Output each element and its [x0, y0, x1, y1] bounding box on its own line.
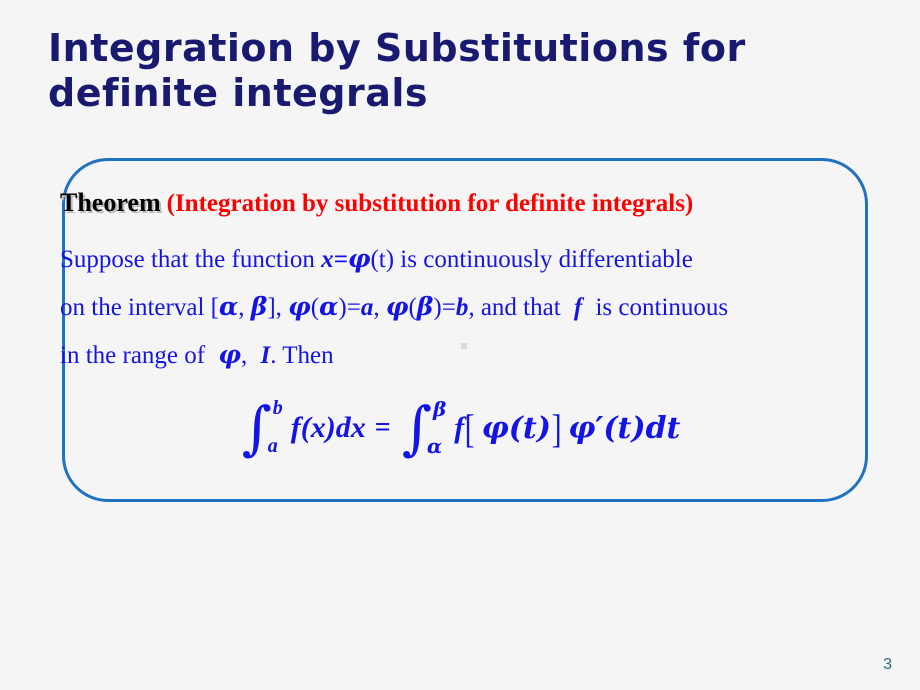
math-variable-beta: β	[416, 292, 434, 321]
theorem-parenthetical: (Integration by substitution for definit…	[166, 190, 694, 217]
formula-row: ∫ b a f(x)dx = ∫ β α f [ φ(t) ] φ′(t)dt	[240, 394, 681, 463]
text-fragment: Suppose that the function	[60, 246, 322, 273]
integral-sign-icon: ∫	[401, 394, 432, 463]
upper-limit-beta: β	[432, 397, 447, 421]
text-fragment: on the interval [	[60, 294, 219, 321]
math-variable-phi: φ	[347, 244, 371, 273]
math-variable-beta: β	[250, 292, 268, 321]
math-variable-phi: φ	[385, 292, 409, 321]
theorem-line-3: in the range of φ, I. Then	[60, 340, 334, 371]
text-fragment: ,	[373, 294, 386, 321]
theorem-header: Theorem (Integration by substitution for …	[60, 188, 693, 219]
theorem-line-2: on the interval [α, β], φ(α)=a, φ(β)=b, …	[60, 292, 728, 323]
math-variable-phi: φ	[218, 340, 241, 369]
math-variable-a: a	[360, 294, 374, 321]
inner-expression: φ(t)	[481, 410, 551, 446]
text-fragment: in the range of	[60, 342, 212, 369]
math-variable-phi: φ	[288, 292, 311, 321]
math-variable-alpha: α	[319, 292, 339, 321]
text-fragment: ,	[240, 342, 254, 369]
derivative-term: φ′(t)dt	[568, 410, 681, 446]
page-number: 3	[883, 656, 892, 673]
math-variable-f: f	[573, 294, 583, 321]
gray-marker-dot	[461, 343, 467, 349]
upper-limit-b: b	[272, 397, 283, 419]
text-fragment: (	[310, 294, 320, 321]
integrand-left: f(x)dx	[290, 411, 366, 444]
page-title: Integration by Substitutions for definit…	[48, 26, 760, 115]
math-variable-I: I	[260, 342, 271, 369]
text-fragment: (	[408, 294, 417, 321]
math-variable-alpha: α	[218, 292, 239, 321]
integral-right: ∫ β α	[401, 394, 447, 463]
text-fragment: (t) is continuously differentiable	[370, 246, 693, 273]
text-fragment: . Then	[270, 342, 334, 369]
integrand-f-right: f	[454, 411, 465, 444]
bracket-close: ]	[551, 405, 562, 451]
math-variable-b: b	[455, 294, 469, 321]
text-fragment: is continuous	[589, 294, 729, 321]
theorem-line-1: Suppose that the function x=φ(t) is cont…	[60, 244, 693, 275]
equals-sign: =	[333, 246, 348, 273]
bracket-open: [	[464, 405, 475, 451]
theorem-label: Theorem	[60, 188, 161, 217]
text-fragment: )=	[433, 294, 456, 321]
math-variable-x: x	[321, 246, 334, 273]
text-fragment: , and that	[468, 294, 567, 321]
theorem-formula: ∫ b a f(x)dx = ∫ β α f [ φ(t) ] φ′(t)dt	[0, 394, 920, 463]
integral-left: ∫ b a	[241, 394, 283, 463]
slide-canvas: Integration by Substitutions for definit…	[0, 0, 920, 690]
text-fragment: )=	[338, 294, 361, 321]
text-fragment: ,	[238, 294, 251, 321]
integral-sign-icon: ∫	[241, 394, 272, 463]
text-fragment: ],	[267, 294, 289, 321]
equals-sign: =	[374, 412, 391, 443]
